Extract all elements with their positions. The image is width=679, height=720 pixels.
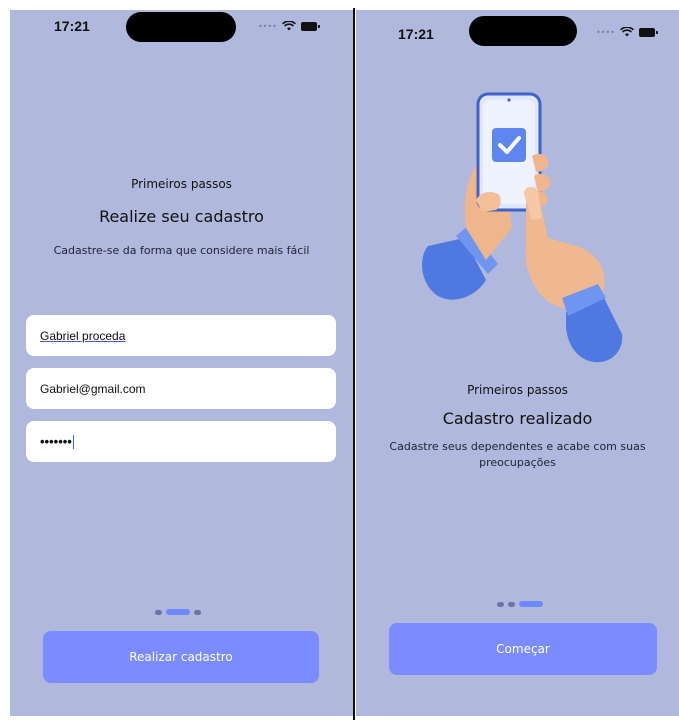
hand-phone-check-illustration	[422, 92, 623, 363]
status-bar: 17:21 ••••	[10, 10, 353, 46]
section-kicker: Primeiros passos	[467, 383, 568, 397]
dynamic-island	[469, 16, 577, 46]
signup-screen: 17:21 •••• Primeiros passos Realize seu …	[10, 10, 353, 716]
status-time: 17:21	[398, 26, 434, 42]
password-value: •••••••	[40, 434, 72, 449]
page-dot-active	[519, 601, 543, 607]
status-time: 17:21	[54, 18, 90, 34]
dynamic-island	[126, 12, 236, 42]
name-input[interactable]: Gabriel proceda	[26, 315, 336, 356]
wifi-icon	[281, 21, 296, 31]
signal-icon: ••••	[258, 21, 277, 31]
signup-button[interactable]: Realizar cadastro	[43, 631, 319, 683]
page-subtitle: Cadastre-se da forma que considere mais …	[53, 244, 310, 257]
start-button[interactable]: Começar	[389, 623, 657, 675]
page-indicator	[497, 601, 543, 607]
page-dot	[497, 601, 504, 607]
page-indicator	[155, 609, 201, 615]
signal-icon: ••••	[596, 27, 615, 37]
battery-icon	[638, 27, 658, 37]
status-bar: 17:21 ••••	[356, 10, 679, 46]
email-input[interactable]: Gabriel@gmail.com	[26, 368, 336, 409]
right-sleeve	[562, 284, 623, 363]
page-title: Cadastro realizado	[442, 409, 593, 428]
status-icons: ••••	[258, 21, 320, 31]
name-value: Gabriel proceda	[40, 328, 126, 343]
wifi-icon	[619, 27, 634, 37]
section-kicker: Primeiros passos	[131, 177, 232, 191]
text-cursor	[72, 434, 74, 449]
page-dot-active	[166, 609, 190, 615]
page-title: Realize seu cadastro	[99, 207, 264, 226]
panel-divider	[353, 8, 355, 720]
status-icons: ••••	[596, 27, 658, 37]
success-screen: 17:21 •••• Primeiros passos Cadastro rea…	[356, 10, 679, 716]
password-input[interactable]: •••••••	[26, 421, 336, 462]
page-dot	[508, 601, 515, 607]
battery-icon	[300, 21, 320, 31]
page-subtitle: Cadastre seus dependentes e acabe com su…	[389, 440, 646, 469]
email-value: Gabriel@gmail.com	[40, 381, 146, 396]
page-dot	[155, 609, 162, 615]
page-dot	[194, 609, 201, 615]
